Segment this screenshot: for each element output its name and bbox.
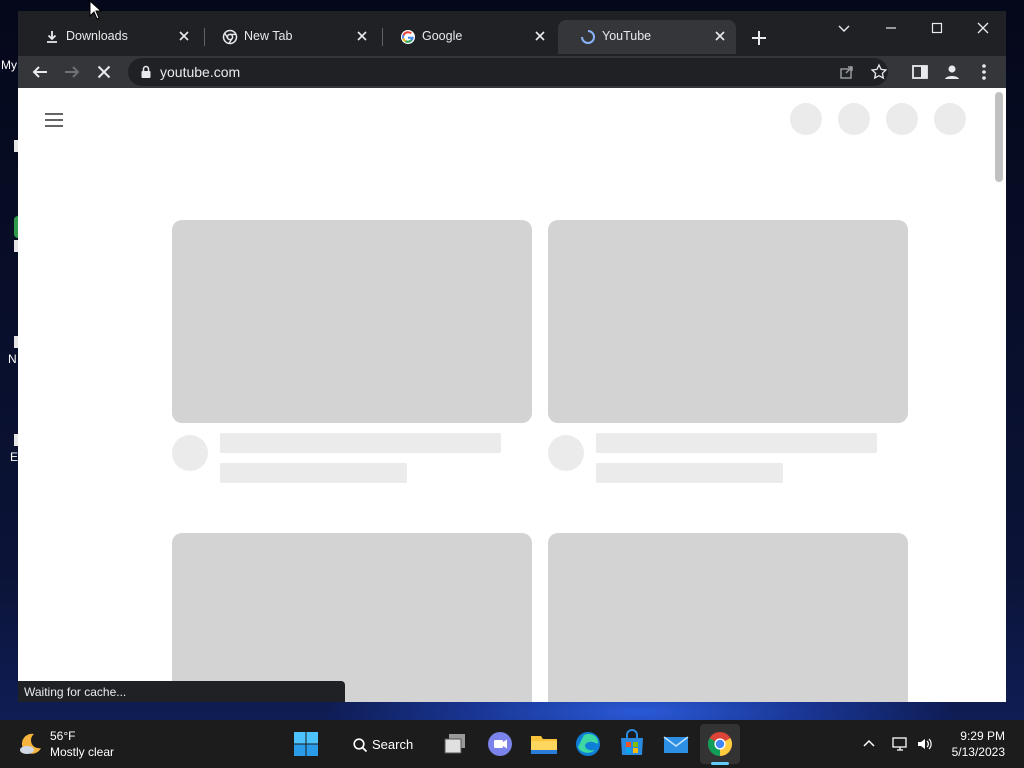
new-tab-icon[interactable] (748, 27, 770, 49)
tab-search-icon[interactable] (832, 16, 856, 40)
scrollbar[interactable] (992, 88, 1006, 702)
maximize-icon[interactable] (925, 16, 949, 40)
title-line-placeholder (220, 433, 501, 453)
tab-youtube[interactable]: YouTube (558, 20, 736, 54)
chrome-taskbar-icon[interactable] (704, 728, 736, 760)
header-placeholder-circle (934, 103, 966, 135)
profile-icon[interactable] (940, 60, 964, 84)
mouse-cursor-icon (89, 0, 103, 20)
tab-new-tab[interactable]: New Tab (200, 20, 378, 54)
channel-avatar-placeholder (548, 435, 584, 471)
close-tab-icon[interactable] (712, 28, 728, 44)
meta-line-placeholder (220, 463, 407, 483)
chrome-icon (222, 29, 238, 45)
microsoft-store-icon[interactable] (616, 728, 648, 760)
scrollbar-thumb[interactable] (995, 92, 1003, 182)
close-tab-icon[interactable] (532, 28, 548, 44)
page-viewport: Waiting for cache... (18, 88, 1006, 702)
search-icon (353, 738, 368, 753)
edge-icon[interactable] (572, 728, 604, 760)
loading-spinner-icon (581, 30, 595, 44)
weather-description[interactable]: Mostly clear (50, 745, 114, 759)
address-bar[interactable]: youtube.com (128, 58, 888, 86)
tab-title: New Tab (244, 29, 293, 43)
tab-downloads[interactable]: Downloads (22, 20, 200, 54)
tab-google[interactable]: Google (378, 20, 556, 54)
video-thumbnail-placeholder (172, 220, 532, 423)
desktop-icon-label[interactable]: E (10, 450, 18, 464)
header-placeholder-circle (838, 103, 870, 135)
title-line-placeholder (596, 433, 877, 453)
weather-moon-icon[interactable] (18, 731, 44, 757)
header-placeholder-circle (790, 103, 822, 135)
forward-arrow-icon[interactable] (60, 60, 84, 84)
stop-loading-icon[interactable] (92, 60, 116, 84)
tab-title: Downloads (66, 29, 128, 43)
share-icon[interactable] (838, 63, 856, 81)
volume-icon[interactable] (916, 735, 934, 753)
side-panel-icon[interactable] (908, 60, 932, 84)
teams-chat-icon[interactable] (484, 728, 516, 760)
tab-title: YouTube (602, 29, 652, 43)
video-thumbnail-placeholder (548, 533, 908, 702)
meta-line-placeholder (596, 463, 783, 483)
status-bubble: Waiting for cache... (18, 681, 345, 702)
clock-date[interactable]: 5/13/2023 (952, 745, 1005, 759)
video-thumbnail-placeholder (548, 220, 908, 423)
back-arrow-icon[interactable] (28, 60, 52, 84)
url-text[interactable]: youtube.com (160, 64, 240, 80)
network-icon[interactable] (891, 735, 909, 753)
desktop-icon-label[interactable]: N (8, 352, 17, 366)
browser-toolbar: youtube.com (18, 56, 1006, 88)
header-placeholder-circle (886, 103, 918, 135)
search-label: Search (372, 737, 414, 752)
hamburger-menu-icon[interactable] (42, 108, 66, 132)
clock-time[interactable]: 9:29 PM (960, 729, 1005, 743)
tab-title: Google (422, 29, 463, 43)
page-top-border (18, 88, 1006, 91)
mail-icon[interactable] (660, 728, 692, 760)
close-tab-icon[interactable] (354, 28, 370, 44)
minimize-icon[interactable] (879, 16, 903, 40)
menu-kebab-icon[interactable] (972, 60, 996, 84)
tab-strip: Downloads New Tab Google YouTube (18, 11, 1006, 56)
close-tab-icon[interactable] (176, 28, 192, 44)
windows-start-icon[interactable] (290, 728, 322, 760)
task-view-icon[interactable] (440, 728, 472, 760)
desktop-icons-edge: My N E (0, 0, 18, 720)
taskbar: 56°F Mostly clear Search 9:29 PM 5/13/20… (0, 720, 1024, 768)
bookmark-star-icon[interactable] (870, 63, 888, 81)
download-icon (47, 31, 57, 43)
taskbar-search-button[interactable]: Search (340, 728, 432, 760)
google-icon (401, 30, 415, 44)
browser-window: Downloads New Tab Google YouTube youtube… (18, 11, 1006, 702)
close-window-icon[interactable] (971, 16, 995, 40)
weather-temperature[interactable]: 56°F (50, 729, 75, 743)
video-thumbnail-placeholder (172, 533, 532, 702)
active-app-indicator (711, 762, 729, 765)
file-explorer-icon[interactable] (528, 728, 560, 760)
show-hidden-icons-chevron-icon[interactable] (860, 735, 878, 753)
lock-icon[interactable] (138, 64, 154, 80)
channel-avatar-placeholder (172, 435, 208, 471)
desktop-icon-label[interactable]: My (1, 58, 17, 72)
